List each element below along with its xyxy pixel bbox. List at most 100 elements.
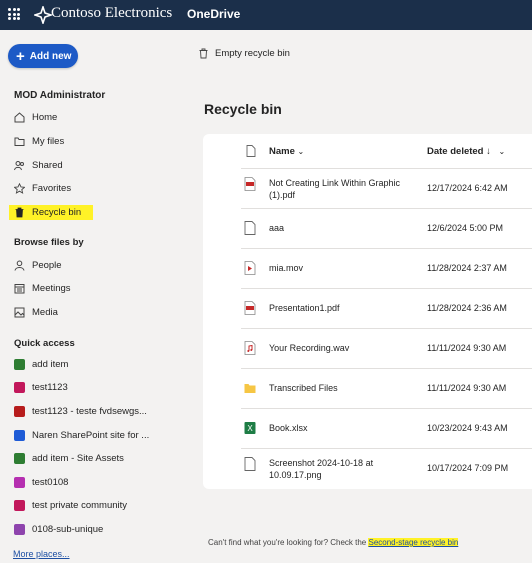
sidebar-item-label: Recycle bin [32, 207, 82, 218]
add-new-button[interactable]: + Add new [8, 44, 78, 68]
date-deleted: 11/28/2024 2:36 AM [427, 303, 507, 313]
sidebar-item-home[interactable]: Home [14, 112, 57, 123]
audio-icon [244, 341, 256, 355]
folder-icon [244, 381, 256, 395]
contoso-logo-icon [34, 6, 52, 24]
empty-recycle-bin-label: Empty recycle bin [215, 48, 290, 59]
date-deleted: 11/11/2024 9:30 AM [427, 343, 507, 353]
file-list-header: Name ⌄ Date deleted ↓ ⌄ [203, 134, 532, 168]
site-icon [14, 359, 25, 370]
file-name[interactable]: Transcribed Files [269, 382, 419, 394]
sidebar-item-label: Media [32, 307, 58, 318]
file-name[interactable]: mia.mov [269, 262, 419, 274]
second-stage-recycle-bin-link[interactable]: Second-stage recycle bin [368, 538, 459, 547]
quick-access-heading: Quick access [14, 338, 75, 349]
quick-access-label: test0108 [32, 477, 69, 488]
footer-text: Can't find what you're looking for? Chec… [208, 538, 369, 547]
empty-recycle-bin-button[interactable]: Empty recycle bin [198, 48, 290, 59]
image-file-icon [244, 457, 256, 471]
file-name[interactable]: aaa [269, 222, 419, 234]
date-deleted-column-header[interactable]: Date deleted ↓ ⌄ [427, 146, 505, 157]
sidebar-item-recycle-bin[interactable]: Recycle bin [9, 205, 94, 220]
trash-icon [199, 48, 208, 59]
file-type-icon [246, 145, 256, 157]
site-icon [14, 524, 25, 535]
more-places-link[interactable]: More places... [13, 549, 70, 559]
video-icon [244, 261, 256, 275]
sidebar-item-label: Meetings [32, 283, 71, 294]
date-deleted: 12/17/2024 6:42 AM [427, 183, 508, 193]
date-deleted: 10/23/2024 9:43 AM [427, 423, 508, 433]
site-icon [14, 406, 25, 417]
quick-access-label: 0108-sub-unique [32, 524, 104, 535]
sidebar-item-label: Favorites [32, 183, 72, 194]
sidebar-item-favorites[interactable]: Favorites [14, 183, 71, 194]
app-name[interactable]: OneDrive [187, 7, 240, 21]
quick-access-item[interactable]: test1123 - teste fvdsewgs... [14, 406, 147, 417]
sidebar-item-media[interactable]: Media [14, 307, 58, 318]
quick-access-item[interactable]: add item [14, 359, 68, 370]
home-icon [14, 112, 25, 123]
quick-access-item[interactable]: test private community [14, 500, 127, 511]
sidebar-item-shared[interactable]: Shared [14, 160, 63, 171]
date-deleted: 12/6/2024 5:00 PM [427, 223, 504, 233]
site-icon [14, 453, 25, 464]
quick-access-label: test1123 - teste fvdsewgs... [32, 406, 147, 417]
site-icon [14, 382, 25, 393]
file-name[interactable]: Screenshot 2024-10-18 at 10.09.17.png [269, 457, 419, 481]
svg-text:X: X [247, 424, 253, 433]
footer-help-text: Can't find what you're looking for? Chec… [208, 538, 459, 547]
quick-access-label: add item - Site Assets [32, 453, 124, 464]
person-icon [14, 260, 25, 271]
sidebar-item-label: Shared [32, 160, 63, 171]
site-icon [14, 430, 25, 441]
sidebar-item-label: Home [32, 112, 58, 123]
file-name[interactable]: Your Recording.wav [269, 342, 419, 354]
trash-icon [15, 207, 24, 218]
date-deleted: 11/28/2024 2:37 AM [427, 263, 507, 273]
name-column-header[interactable]: Name ⌄ [269, 146, 304, 157]
excel-icon: X [244, 421, 256, 435]
site-icon [14, 477, 25, 488]
file-name[interactable]: Presentation1.pdf [269, 302, 419, 314]
quick-access-item[interactable]: add item - Site Assets [14, 453, 124, 464]
sidebar-item-label: My files [32, 136, 65, 147]
user-name: MOD Administrator [14, 90, 106, 101]
brand-name[interactable]: Contoso Electronics [51, 5, 172, 22]
chevron-down-icon: ⌄ [297, 147, 305, 156]
sidebar-item-my-files[interactable]: My files [14, 136, 64, 147]
pdf-icon [244, 301, 256, 315]
browse-files-heading: Browse files by [14, 237, 84, 248]
calendar-icon [14, 284, 25, 294]
quick-access-item[interactable]: test1123 [14, 382, 68, 393]
quick-access-item[interactable]: 0108-sub-unique [14, 524, 103, 535]
quick-access-item[interactable]: test0108 [14, 477, 68, 488]
date-deleted: 11/11/2024 9:30 AM [427, 383, 507, 393]
file-name[interactable]: Book.xlsx [269, 422, 419, 434]
quick-access-label: Naren SharePoint site for ... [32, 430, 150, 441]
people-icon [14, 161, 24, 171]
pdf-icon [244, 177, 256, 191]
quick-access-label: test private community [32, 500, 128, 511]
date-deleted: 10/17/2024 7:09 PM [427, 463, 509, 473]
folder-icon [14, 137, 25, 146]
sidebar-item-label: People [32, 260, 62, 271]
sidebar-item-people[interactable]: People [14, 260, 62, 271]
file-name[interactable]: Not Creating Link Within Graphic (1).pdf [269, 177, 419, 201]
quick-access-item[interactable]: Naren SharePoint site for ... [14, 430, 149, 441]
image-icon [14, 307, 25, 318]
plus-icon: + [16, 47, 25, 65]
sidebar-item-meetings[interactable]: Meetings [14, 283, 71, 294]
quick-access-label: add item [32, 359, 69, 370]
file-list: Name ⌄ Date deleted ↓ ⌄ Not Creating Lin… [203, 134, 532, 489]
chevron-down-icon: ⌄ [498, 147, 506, 156]
quick-access-label: test1123 [32, 382, 68, 393]
page-title: Recycle bin [204, 101, 282, 117]
add-new-label: Add new [29, 50, 72, 62]
star-icon [14, 183, 25, 194]
site-icon [14, 500, 25, 511]
sidebar: + Add new MOD Administrator Home My file… [0, 30, 178, 563]
app-launcher-icon[interactable] [8, 8, 20, 20]
file-icon [244, 221, 256, 235]
top-bar: Contoso Electronics OneDrive [0, 0, 532, 30]
